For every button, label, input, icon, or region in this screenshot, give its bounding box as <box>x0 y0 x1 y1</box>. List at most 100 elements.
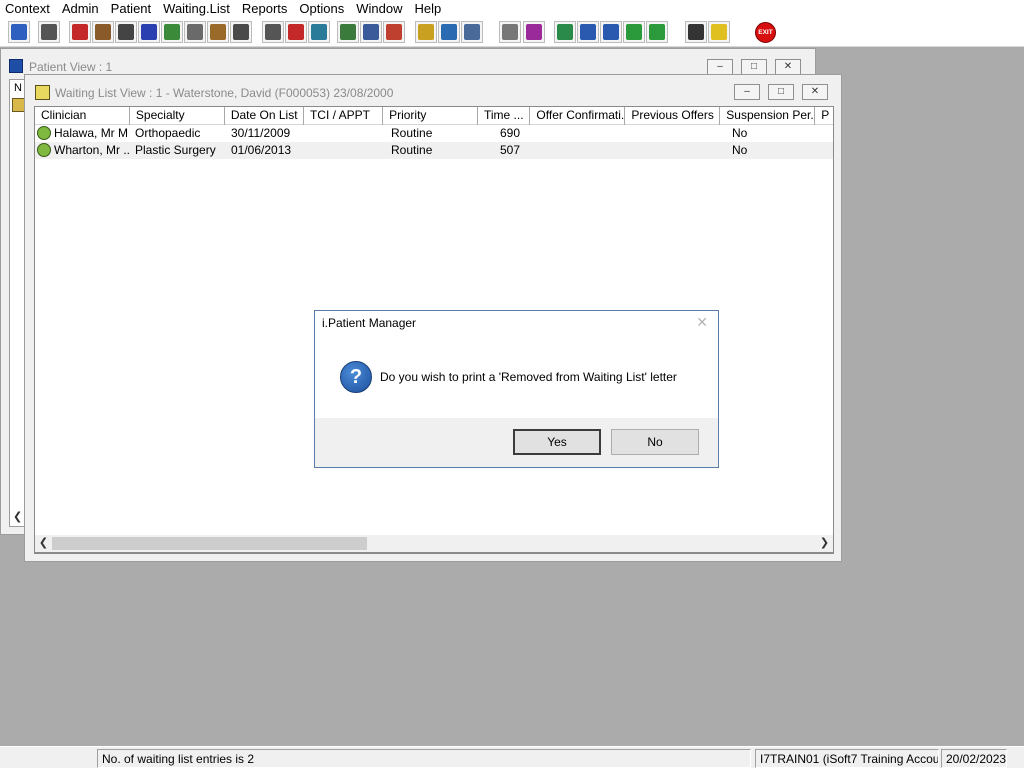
yes-button[interactable]: Yes <box>513 429 601 455</box>
previous-offers-cell <box>632 142 728 159</box>
stretcher-icon <box>464 24 480 40</box>
green-check-button[interactable] <box>646 21 668 43</box>
red-book-icon <box>72 24 88 40</box>
patient-icon <box>164 24 180 40</box>
no-button[interactable]: No <box>611 429 699 455</box>
ambulance-button[interactable] <box>438 21 460 43</box>
column-header-previous-offers[interactable]: Previous Offers <box>625 107 721 125</box>
clinician-cell: Wharton, Mr ... <box>35 142 131 159</box>
menu-bar: Context Admin Patient Waiting.List Repor… <box>0 0 1024 18</box>
scroll-left-icon[interactable]: ❮ <box>13 510 22 523</box>
date-on-list-cell: 01/06/2013 <box>231 143 292 157</box>
offer-confirmation-cell <box>536 125 632 142</box>
table-row[interactable]: Halawa, Mr M Orthopaedic 30/11/2009 Rout… <box>35 125 833 142</box>
scroll-right-icon[interactable]: ❯ <box>816 535 833 552</box>
exit-button[interactable]: EXIT <box>755 22 776 43</box>
report-chart-button[interactable] <box>337 21 359 43</box>
doctor-person-button[interactable] <box>8 21 30 43</box>
close-button[interactable]: ✕ <box>802 84 828 100</box>
keyboard-button[interactable] <box>115 21 137 43</box>
minimize-button[interactable]: – <box>734 84 760 100</box>
warning-icon <box>711 24 727 40</box>
gauge-button[interactable] <box>383 21 405 43</box>
globe-icon <box>37 143 51 157</box>
menu-window[interactable]: Window <box>351 0 409 18</box>
id-card-button[interactable] <box>184 21 206 43</box>
maximize-button[interactable]: □ <box>741 59 767 75</box>
close-button[interactable]: ✕ <box>775 59 801 75</box>
priority-cell: Routine <box>391 143 433 157</box>
previous-offers-cell <box>632 125 728 142</box>
ticket-icon <box>210 24 226 40</box>
status-bar: No. of waiting list entries is 2 I7TRAIN… <box>0 746 1024 768</box>
scrollbar-thumb[interactable] <box>52 537 367 550</box>
monitor-button[interactable] <box>308 21 330 43</box>
swap-arrows-icon <box>688 24 704 40</box>
check-list-button[interactable] <box>577 21 599 43</box>
specialty-cell: Plastic Surgery <box>135 143 216 157</box>
time-cell: 507 <box>500 143 521 157</box>
m-letter-button[interactable] <box>138 21 160 43</box>
maximize-button[interactable]: □ <box>768 84 794 100</box>
check-list-icon <box>580 24 596 40</box>
check-down-icon <box>603 24 619 40</box>
document-button[interactable] <box>499 21 521 43</box>
time-cell: 690 <box>500 126 521 140</box>
table-row[interactable]: Wharton, Mr ... Plastic Surgery 01/06/20… <box>35 142 833 159</box>
column-header-specialty[interactable]: Specialty <box>130 107 225 125</box>
printer-button[interactable] <box>38 21 60 43</box>
column-header-clinician[interactable]: Clinician <box>35 107 130 125</box>
check-down-button[interactable] <box>600 21 622 43</box>
menu-help[interactable]: Help <box>409 0 448 18</box>
clock-button[interactable] <box>285 21 307 43</box>
warning-button[interactable] <box>708 21 730 43</box>
menu-admin[interactable]: Admin <box>57 0 106 18</box>
print-letter-dialog: i.Patient Manager ✕ ? Do you wish to pri… <box>314 310 719 468</box>
swap-arrows-button[interactable] <box>685 21 707 43</box>
globe-button[interactable] <box>554 21 576 43</box>
column-header-date-on-list[interactable]: Date On List <box>225 107 304 125</box>
dialog-button-bar: Yes No <box>315 418 718 467</box>
notepad-icon <box>35 85 50 100</box>
patient-view-icon <box>9 59 23 73</box>
ticket-button[interactable] <box>207 21 229 43</box>
bar-chart-button[interactable] <box>523 21 545 43</box>
menu-reports[interactable]: Reports <box>237 0 295 18</box>
close-icon[interactable]: ✕ <box>696 314 708 331</box>
column-header-offer-confirmation[interactable]: Offer Confirmati... <box>530 107 626 125</box>
m-letter-icon <box>141 24 157 40</box>
report-list-icon <box>363 24 379 40</box>
ticket-dark-button[interactable] <box>230 21 252 43</box>
column-header-p[interactable]: P <box>815 107 833 125</box>
printer-icon <box>41 24 57 40</box>
column-header-suspension[interactable]: Suspension Per... <box>720 107 816 125</box>
offer-confirmation-cell <box>536 142 632 159</box>
column-header-time[interactable]: Time ... <box>478 107 531 125</box>
menu-options[interactable]: Options <box>294 0 351 18</box>
patient-button[interactable] <box>161 21 183 43</box>
column-header-priority[interactable]: Priority <box>383 107 478 125</box>
report-list-button[interactable] <box>360 21 382 43</box>
scroll-left-icon[interactable]: ❮ <box>35 535 52 552</box>
ambulance-icon <box>441 24 457 40</box>
date-on-list-cell: 30/11/2009 <box>231 126 291 140</box>
minimize-button[interactable]: – <box>707 59 733 75</box>
notes-edit-button[interactable] <box>92 21 114 43</box>
clock-icon <box>288 24 304 40</box>
menu-patient[interactable]: Patient <box>106 0 158 18</box>
globe-icon <box>557 24 573 40</box>
menu-waiting-list[interactable]: Waiting.List <box>158 0 237 18</box>
column-header-tci-appt[interactable]: TCI / APPT <box>304 107 384 125</box>
horizontal-scrollbar[interactable]: ❮ ❯ <box>34 535 834 553</box>
search-doc-button[interactable] <box>262 21 284 43</box>
status-date: 20/02/2023 <box>941 749 1007 768</box>
stretcher-button[interactable] <box>461 21 483 43</box>
menu-context[interactable]: Context <box>0 0 57 18</box>
red-book-button[interactable] <box>69 21 91 43</box>
suspension-cell: No <box>732 126 748 140</box>
notepad-button[interactable] <box>415 21 437 43</box>
id-card-icon <box>187 24 203 40</box>
green-arrow-button[interactable] <box>623 21 645 43</box>
waiting-list-title: Waiting List View : 1 - Waterstone, Davi… <box>55 86 394 100</box>
waiting-list-titlebar: Waiting List View : 1 - Waterstone, Davi… <box>25 75 841 101</box>
